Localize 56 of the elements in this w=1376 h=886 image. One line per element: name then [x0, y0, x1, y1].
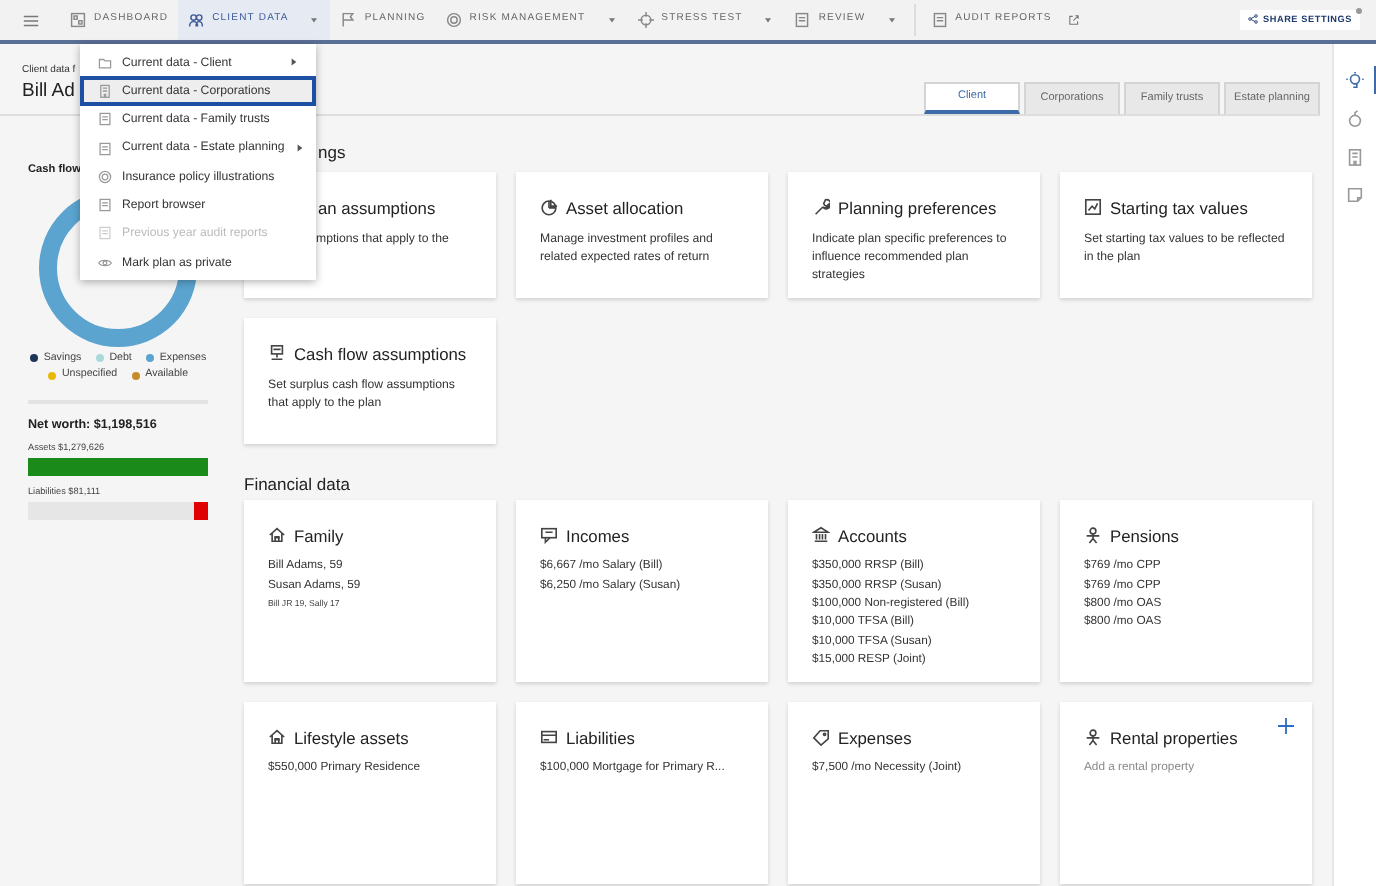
- card-title: Starting tax values: [1110, 195, 1248, 221]
- card-title: Lifestyle assets: [294, 725, 409, 751]
- chat-icon: [540, 526, 558, 545]
- document-icon: [98, 226, 112, 241]
- share-icon: [1248, 14, 1259, 25]
- caret-icon: [762, 14, 775, 26]
- house-icon: [268, 728, 286, 747]
- card-icon: [540, 728, 558, 747]
- card-title: an assumptions: [318, 195, 436, 221]
- tag-icon: [812, 728, 830, 747]
- card-title: Planning preferences: [838, 195, 997, 221]
- wrench-icon: [812, 198, 830, 217]
- section-heading: ngs: [318, 140, 346, 164]
- person-icon: [1084, 526, 1102, 545]
- grid-icon: [70, 12, 86, 28]
- section-heading: Financial data: [244, 471, 350, 495]
- pie-chart-icon: [540, 198, 558, 217]
- document-icon: [931, 12, 948, 28]
- crosshair-icon: [637, 12, 654, 28]
- document-icon: [98, 141, 112, 156]
- document-icon: [98, 112, 112, 127]
- person-icon: [1084, 728, 1102, 747]
- monitor-icon: [268, 344, 286, 363]
- caret-icon: [308, 14, 321, 26]
- people-icon: [188, 12, 205, 28]
- house-icon: [268, 526, 286, 545]
- card-title: Accounts: [838, 523, 907, 549]
- bank-icon: [812, 526, 830, 545]
- building-icon[interactable]: [1346, 148, 1364, 166]
- card-title: Liabilities: [566, 725, 635, 751]
- document-icon: [98, 198, 112, 213]
- building-icon: [98, 83, 112, 98]
- chart-icon: [1084, 198, 1102, 217]
- caret-right-icon: [288, 56, 300, 69]
- folder-icon: [98, 55, 112, 70]
- external-link-icon: [1067, 14, 1080, 26]
- card-title: Cash flow assumptions: [294, 341, 467, 367]
- eye-icon: [98, 255, 112, 270]
- flag-icon: [340, 12, 357, 28]
- add-icon[interactable]: [1276, 715, 1296, 735]
- card-title: Asset allocation: [566, 195, 684, 221]
- card-title: Rental properties: [1110, 725, 1238, 751]
- lightbulb-icon[interactable]: [1346, 72, 1364, 90]
- card-title: Expenses: [838, 725, 912, 751]
- caret-right-icon: [294, 142, 307, 155]
- card-title: Pensions: [1110, 523, 1179, 549]
- caret-icon: [605, 14, 618, 26]
- document-icon: [794, 12, 811, 28]
- menu-icon[interactable]: [22, 11, 40, 29]
- caret-icon: [885, 14, 898, 26]
- card-title: Family: [294, 523, 344, 549]
- notification-dot: [1356, 8, 1362, 14]
- card-title: Incomes: [566, 523, 630, 549]
- client-name: Bill Ad: [22, 81, 76, 100]
- note-icon[interactable]: [1346, 186, 1364, 204]
- apple-icon[interactable]: [1346, 110, 1364, 128]
